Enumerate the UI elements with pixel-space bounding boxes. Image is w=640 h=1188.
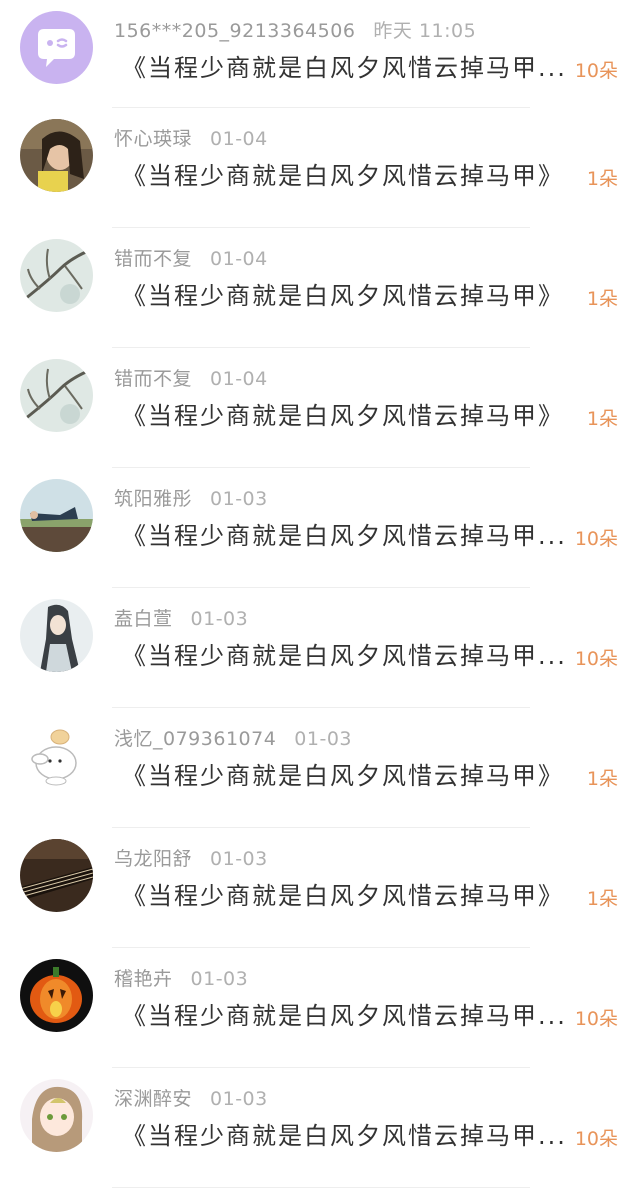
branch-photo <box>20 239 93 312</box>
flower-count: 1朵 <box>586 288 618 310</box>
guqin-photo <box>20 839 93 912</box>
timestamp: 01-04 <box>210 248 268 270</box>
timestamp: 01-03 <box>210 1088 268 1110</box>
timestamp: 01-03 <box>210 848 268 870</box>
sender-name[interactable]: 浅忆_079361074 <box>114 728 276 750</box>
gift-record-list: 156***205_9213364506 昨天 11:05 《当程少商就是白风夕风… <box>0 0 640 1188</box>
sender-meta: 盍白萱 01-03 <box>114 604 248 631</box>
list-item[interactable]: 盍白萱 01-03 《当程少商就是白风夕风惜云掉马甲... 10朵 <box>0 588 640 708</box>
message-text: 《当程少商就是白风夕风惜云掉马甲... <box>122 1122 567 1150</box>
list-item[interactable]: 稽艳卉 01-03 《当程少商就是白风夕风惜云掉马甲... 10朵 <box>0 948 640 1068</box>
list-item[interactable]: 错而不复 01-04 《当程少商就是白风夕风惜云掉马甲》 1朵 <box>0 228 640 348</box>
message-text: 《当程少商就是白风夕风惜云掉马甲... <box>122 1002 567 1030</box>
timestamp: 昨天 11:05 <box>373 20 477 42</box>
sender-name[interactable]: 深渊醉安 <box>114 1088 192 1110</box>
sender-meta: 错而不复 01-04 <box>114 364 268 391</box>
sender-meta: 浅忆_079361074 01-03 <box>114 724 352 751</box>
avatar[interactable] <box>20 239 93 312</box>
list-item[interactable]: 错而不复 01-04 《当程少商就是白风夕风惜云掉马甲》 1朵 <box>0 348 640 468</box>
sender-name[interactable]: 156***205_9213364506 <box>114 20 355 42</box>
sender-meta: 稽艳卉 01-03 <box>114 964 248 991</box>
sender-meta: 筑阳雅彤 01-03 <box>114 484 268 511</box>
avatar[interactable] <box>20 599 93 672</box>
message-text: 《当程少商就是白风夕风惜云掉马甲... <box>122 642 567 670</box>
flower-count: 1朵 <box>586 768 618 790</box>
avatar[interactable] <box>20 719 93 792</box>
timestamp: 01-03 <box>190 968 249 990</box>
pumpkin-lantern <box>20 959 93 1032</box>
anime-girl <box>20 1079 93 1152</box>
ancient-figure-drawing <box>20 599 93 672</box>
avatar[interactable] <box>20 839 93 912</box>
flower-count: 1朵 <box>586 408 618 430</box>
avatar[interactable] <box>20 959 93 1032</box>
list-item[interactable]: 乌龙阳舒 01-03 《当程少商就是白风夕风惜云掉马甲》 1朵 <box>0 828 640 948</box>
avatar[interactable] <box>20 1079 93 1152</box>
branch-photo <box>20 359 93 432</box>
list-item[interactable]: 筑阳雅彤 01-03 《当程少商就是白风夕风惜云掉马甲... 10朵 <box>0 468 640 588</box>
sender-meta: 深渊醉安 01-03 <box>114 1084 268 1111</box>
message-text: 《当程少商就是白风夕风惜云掉马甲... <box>122 522 567 550</box>
timestamp: 01-04 <box>210 368 268 390</box>
girl-photo <box>20 119 93 192</box>
avatar[interactable] <box>20 11 93 84</box>
timestamp: 01-03 <box>190 608 249 630</box>
chat-bubble-icon <box>20 11 93 84</box>
timestamp: 01-04 <box>210 128 268 150</box>
sender-meta: 错而不复 01-04 <box>114 244 268 271</box>
sender-name[interactable]: 筑阳雅彤 <box>114 488 192 510</box>
message-text: 《当程少商就是白风夕风惜云掉马甲》 <box>122 882 564 910</box>
flower-count: 1朵 <box>586 168 618 190</box>
message-text: 《当程少商就是白风夕风惜云掉马甲》 <box>122 282 564 310</box>
avatar[interactable] <box>20 479 93 552</box>
cartoon-dog <box>20 719 93 792</box>
sender-meta: 156***205_9213364506 昨天 11:05 <box>114 16 476 43</box>
lying-person-photo <box>20 479 93 552</box>
message-text: 《当程少商就是白风夕风惜云掉马甲》 <box>122 762 564 790</box>
sender-name[interactable]: 稽艳卉 <box>114 968 173 990</box>
sender-name[interactable]: 乌龙阳舒 <box>114 848 192 870</box>
flower-count: 10朵 <box>574 1128 618 1150</box>
avatar[interactable] <box>20 119 93 192</box>
flower-count: 10朵 <box>574 1008 618 1030</box>
sender-meta: 怀心瑛琭 01-04 <box>114 124 268 151</box>
sender-name[interactable]: 怀心瑛琭 <box>114 128 192 150</box>
list-item[interactable]: 浅忆_079361074 01-03 《当程少商就是白风夕风惜云掉马甲》 1朵 <box>0 708 640 828</box>
timestamp: 01-03 <box>294 728 353 750</box>
message-text: 《当程少商就是白风夕风惜云掉马甲》 <box>122 402 564 430</box>
sender-name[interactable]: 错而不复 <box>114 248 192 270</box>
flower-count: 10朵 <box>574 528 618 550</box>
list-item[interactable]: 深渊醉安 01-03 《当程少商就是白风夕风惜云掉马甲... 10朵 <box>0 1068 640 1188</box>
sender-name[interactable]: 错而不复 <box>114 368 192 390</box>
avatar[interactable] <box>20 359 93 432</box>
sender-name[interactable]: 盍白萱 <box>114 608 173 630</box>
sender-meta: 乌龙阳舒 01-03 <box>114 844 268 871</box>
message-text: 《当程少商就是白风夕风惜云掉马甲... <box>122 54 567 82</box>
flower-count: 10朵 <box>574 60 618 82</box>
list-item[interactable]: 156***205_9213364506 昨天 11:05 《当程少商就是白风夕风… <box>0 0 640 108</box>
flower-count: 10朵 <box>574 648 618 670</box>
list-item[interactable]: 怀心瑛琭 01-04 《当程少商就是白风夕风惜云掉马甲》 1朵 <box>0 108 640 228</box>
timestamp: 01-03 <box>210 488 268 510</box>
message-text: 《当程少商就是白风夕风惜云掉马甲》 <box>122 162 564 190</box>
flower-count: 1朵 <box>586 888 618 910</box>
